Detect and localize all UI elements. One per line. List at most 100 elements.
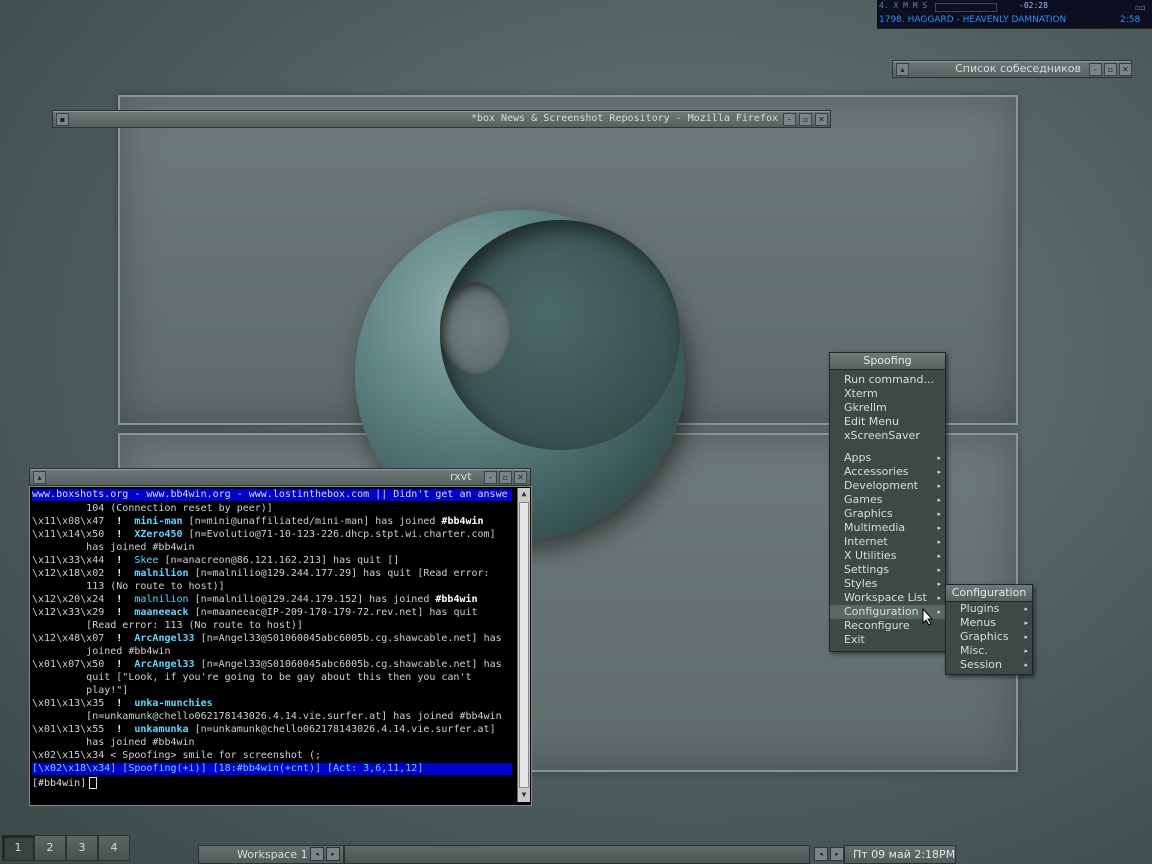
configuration-submenu[interactable]: Configuration Plugins ▸ Menus ▸ Graphics ▸ Mis… (945, 584, 1033, 675)
menu-item-multimedia[interactable]: Multimedia ▸ (830, 521, 945, 535)
irc-log-line: \x11\x14\x50 ! XZero450 [n=Evolutio@71-1… (32, 528, 512, 541)
rxvt-window-titlebar[interactable]: ▴ rxvt – ▫ ✕ (29, 468, 531, 486)
xmms-player[interactable]: 4. X M M S -02:28 1798. HAGGARD - HEAVEN… (877, 0, 1152, 29)
workspace-button-3[interactable]: 3 (66, 835, 98, 861)
submenu-arrow-icon: ▸ (937, 566, 941, 574)
menu-item-accessories[interactable]: Accessories ▸ (830, 465, 945, 479)
submenu-arrow-icon: ▸ (1024, 619, 1028, 627)
menu-item-xscreensaver[interactable]: xScreenSaver (830, 429, 945, 443)
irc-log-text: \x02\x15\x34 < Spoofing> smile for scree… (32, 750, 321, 761)
menu-item-label: Edit Menu (844, 415, 899, 428)
submenu-arrow-icon: ▸ (937, 594, 941, 602)
irc-log-line: has joined #bb4win (32, 541, 512, 554)
xmms-controls-label: 4. X M M S (879, 1, 928, 10)
maximize-button[interactable]: ▫ (799, 113, 812, 126)
scroll-down-icon[interactable]: ▼ (518, 789, 530, 801)
irc-log-text: [n=unkamunk@chello062178143026.4.14.vie.… (32, 711, 502, 722)
menu-item-misc[interactable]: Misc. ▸ (946, 644, 1032, 658)
irc-channel: #bb4win (435, 594, 478, 605)
next-window-button[interactable]: ▸ (830, 847, 844, 861)
xmms-seek-bar[interactable] (935, 3, 997, 12)
irc-nick: maaneeack (134, 607, 189, 618)
prev-workspace-button[interactable]: ◂ (310, 847, 324, 861)
menu-item-settings[interactable]: Settings ▸ (830, 563, 945, 577)
minimize-button[interactable]: – (1089, 63, 1102, 76)
menu-item-exit[interactable]: Exit (830, 633, 945, 647)
clock: Пт 09 май 2:18PM (853, 848, 956, 861)
irc-log-line: [Read error: 113 (No route to host)] (32, 619, 512, 632)
menu-item-graphics[interactable]: Graphics ▸ (830, 507, 945, 521)
terminal-scrollbar[interactable]: ▲ ▼ (517, 488, 530, 802)
xmms-time: -02:28 (1019, 1, 1048, 10)
menu-item-label: Graphics (960, 630, 1009, 643)
submenu-arrow-icon: ▸ (1024, 647, 1028, 655)
irc-input-line[interactable]: [#bb4win] (32, 777, 98, 790)
close-button[interactable]: ✕ (1119, 63, 1132, 76)
menu-item-styles[interactable]: Styles ▸ (830, 577, 945, 591)
irc-log-line: \x01\x07\x50 ! ArcAngel33 [n=Angel33@S01… (32, 658, 512, 671)
irc-event-text: [n=unkamunk@chello062178143026.4.14.vie.… (188, 724, 496, 735)
irc-event-marker: ! (104, 516, 135, 527)
close-button[interactable]: ✕ (514, 471, 527, 484)
irc-event-text: [n=malnilio@129.244.179.152] has joined (188, 594, 436, 605)
irc-log-text: [Read error: 113 (No route to host)] (32, 620, 303, 631)
submenu-arrow-icon: ▸ (1024, 633, 1028, 641)
menu-item-development[interactable]: Development ▸ (830, 479, 945, 493)
scroll-up-icon[interactable]: ▲ (518, 488, 530, 500)
irc-nick: mini-man (134, 516, 183, 527)
close-button[interactable]: ✕ (815, 113, 828, 126)
menu-item-label: Multimedia (844, 521, 906, 534)
menu-item-apps[interactable]: Apps ▸ (830, 451, 945, 465)
menu-item-graphics[interactable]: Graphics ▸ (946, 630, 1032, 644)
menu-item-label: xScreenSaver (844, 429, 920, 442)
contacts-window-titlebar[interactable]: ▴ Список собеседников – ▫ ✕ (892, 60, 1132, 78)
root-menu[interactable]: Spoofing Run command... Xterm Gkrellm Edit … (829, 352, 946, 652)
irc-nick: Skee (134, 555, 159, 566)
submenu-arrow-icon: ▸ (937, 552, 941, 560)
menu-item-plugins[interactable]: Plugins ▸ (946, 602, 1032, 616)
xmms-track-length: 2:58 (1120, 15, 1141, 25)
xmms-window-buttons[interactable]: ▫▫ (1135, 3, 1146, 12)
irc-log-text: has joined #bb4win (32, 737, 195, 748)
menu-item-internet[interactable]: Internet ▸ (830, 535, 945, 549)
menu-item-label: Apps (844, 451, 872, 464)
contacts-window-title: Список собеседников (955, 62, 1081, 75)
irc-prompt: [#bb4win] (32, 778, 87, 789)
menu-item-gkrellm[interactable]: Gkrellm (830, 401, 945, 415)
irc-log-line: joined #bb4win (32, 645, 512, 658)
window-menu-button[interactable]: ▪ (56, 113, 69, 126)
workspace-button-4[interactable]: 4 (98, 835, 130, 861)
window-menu-button[interactable]: ▴ (33, 471, 46, 484)
irc-log-line: \x12\x33\x29 ! maaneeack [n=maaneeac@IP-… (32, 606, 512, 619)
xmms-track-title: 1798. HAGGARD - HEAVENLY DAMNATION (879, 15, 1067, 25)
scrollbar-thumb[interactable] (519, 502, 529, 788)
menu-item-session[interactable]: Session ▸ (946, 658, 1032, 672)
irc-log-line: \x02\x15\x34 < Spoofing> smile for scree… (32, 749, 512, 762)
menu-item-menus[interactable]: Menus ▸ (946, 616, 1032, 630)
rxvt-terminal[interactable]: www.boxshots.org - www.bb4win.org - www.… (29, 486, 532, 806)
menu-item-x-utilities[interactable]: X Utilities ▸ (830, 549, 945, 563)
minimize-button[interactable]: – (783, 113, 796, 126)
workspace-button-1[interactable]: 1 (2, 835, 34, 861)
next-workspace-button[interactable]: ▸ (326, 847, 340, 861)
irc-event-text: [n=Angel33@S01060045abc6005b.cg.shawcabl… (194, 659, 502, 670)
menu-item-games[interactable]: Games ▸ (830, 493, 945, 507)
irc-timestamp: \x11\x08\x47 (32, 516, 105, 527)
menu-item-run-command[interactable]: Run command... (830, 373, 945, 387)
prev-window-button[interactable]: ◂ (814, 847, 828, 861)
menu-item-edit-menu[interactable]: Edit Menu (830, 415, 945, 429)
configuration-submenu-title: Configuration (946, 585, 1032, 602)
irc-log-line: has joined #bb4win (32, 736, 512, 749)
window-menu-button[interactable]: ▴ (896, 63, 909, 76)
menu-item-workspace-list[interactable]: Workspace List ▸ (830, 591, 945, 605)
minimize-button[interactable]: – (484, 471, 497, 484)
maximize-button[interactable]: ▫ (1104, 63, 1117, 76)
workspace-button-2[interactable]: 2 (34, 835, 66, 861)
mouse-pointer-icon (922, 608, 934, 626)
menu-item-label: Reconfigure (844, 619, 910, 632)
irc-timestamp: \x12\x48\x07 (32, 633, 105, 644)
firefox-window-titlebar[interactable]: ▪ *box News & Screenshot Repository - Mo… (52, 110, 831, 128)
maximize-button[interactable]: ▫ (499, 471, 512, 484)
menu-item-xterm[interactable]: Xterm (830, 387, 945, 401)
irc-log-line: quit ["Look, if you're going to be gay a… (32, 671, 512, 684)
